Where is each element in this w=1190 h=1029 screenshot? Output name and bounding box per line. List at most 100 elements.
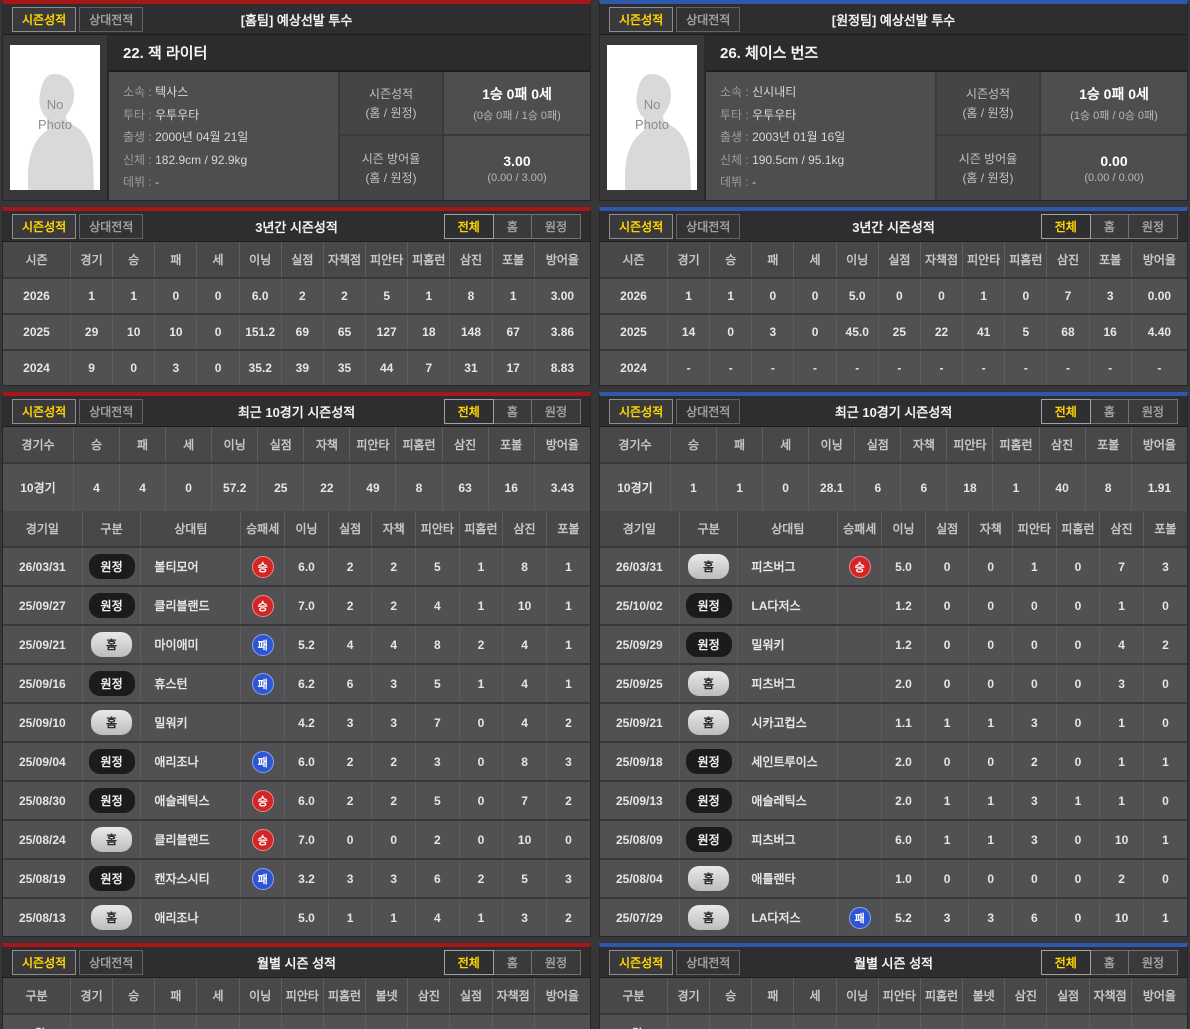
- lose-badge: 패: [251, 867, 274, 890]
- table-cell: 피츠버그: [737, 820, 839, 860]
- column-header: 패: [716, 427, 764, 464]
- table-cell: 0: [925, 742, 970, 782]
- table-cell: [837, 703, 883, 743]
- stat-label-line1: 시즌성적: [965, 87, 1011, 101]
- table-cell: 승: [240, 781, 286, 821]
- table-cell: -: [962, 1014, 1006, 1029]
- table-cell: [837, 664, 883, 704]
- info-value: -: [155, 175, 160, 189]
- table-cell: 5: [415, 781, 460, 821]
- table-row: 25/09/13 원정 애슬레틱스 2.0 1 1 3 1 1 0: [600, 781, 1187, 821]
- filter-home[interactable]: 홈: [492, 398, 532, 424]
- tab-season-stats[interactable]: 시즌성적: [12, 949, 77, 975]
- away-badge: 원정: [685, 632, 732, 657]
- table-cell: 0: [371, 820, 417, 860]
- table-cell: 39: [281, 350, 324, 385]
- monthly-table: 구분경기승패세이닝피안타피홈런볼넷삼진실점자책점방어율4월-----------…: [3, 978, 590, 1029]
- pitcher-comparison: 시즌성적 상대전적 [홈팀] 예상선발 투수 No Photo 22. 잭 라이…: [0, 0, 1190, 1029]
- table-cell: 0: [459, 742, 504, 782]
- tab-head-to-head[interactable]: 상대전적: [676, 949, 741, 975]
- filter-all[interactable]: 전체: [443, 398, 494, 424]
- tab-head-to-head[interactable]: 상대전적: [79, 398, 144, 424]
- filter-all[interactable]: 전체: [443, 213, 494, 239]
- info-row: 데뷔 : -: [123, 171, 338, 194]
- pitcher-panel: 시즌성적 상대전적 [원정팀] 예상선발 투수 No Photo 26. 체이스…: [599, 0, 1188, 1029]
- filter-away[interactable]: 원정: [1127, 949, 1178, 975]
- filter-home[interactable]: 홈: [492, 213, 532, 239]
- filter-all[interactable]: 전체: [1040, 213, 1091, 239]
- table-cell: 63: [442, 463, 489, 511]
- info-row: 출생 : 2000년 04월 21일: [123, 126, 338, 149]
- stat-value-sub: (0승 0패 / 1승 0패): [473, 109, 561, 122]
- table-cell: 5.0: [284, 898, 329, 936]
- filter-away[interactable]: 원정: [530, 949, 581, 975]
- filter-all[interactable]: 전체: [1040, 949, 1091, 975]
- table-cell: 31: [449, 350, 493, 385]
- table-header-row: 경기수 승 패 세 이닝 실점 자책 피안타 피홈런 삼진 포볼 방어율: [600, 427, 1187, 464]
- filter-home[interactable]: 홈: [1089, 398, 1129, 424]
- monthly-section: 시즌성적 상대전적 월별 시즌 성적 전체 홈 원정 구분 경기 승 패 세 이닝 피안타 피…: [2, 943, 591, 1029]
- table-cell: 4월: [3, 1014, 71, 1029]
- table-cell: 1.1: [881, 703, 926, 743]
- table-cell: 3: [371, 664, 417, 704]
- table-cell: 25/09/10: [3, 703, 83, 743]
- table-cell: 4: [502, 703, 547, 743]
- player-photo: No Photo: [3, 35, 109, 200]
- tab-head-to-head[interactable]: 상대전적: [79, 213, 144, 239]
- tab-season-stats[interactable]: 시즌성적: [609, 398, 674, 424]
- tab-season-stats[interactable]: 시즌성적: [609, 949, 674, 975]
- column-header: 구분: [82, 511, 142, 548]
- tab-head-to-head[interactable]: 상대전적: [79, 6, 144, 32]
- tab-season-stats[interactable]: 시즌성적: [609, 6, 674, 32]
- column-header: 피홈런: [1056, 511, 1101, 548]
- stat-value-main: 1승 0패 0세: [482, 85, 552, 102]
- filter-away[interactable]: 원정: [530, 398, 581, 424]
- table-cell: 0: [968, 625, 1014, 665]
- filter-home[interactable]: 홈: [1089, 949, 1129, 975]
- away-badge: 원정: [88, 866, 135, 891]
- column-header: 경기수: [600, 427, 671, 464]
- column-header: 피안타: [878, 978, 921, 1015]
- filter-home[interactable]: 홈: [1089, 213, 1129, 239]
- info-value: 182.9cm / 92.9kg: [155, 152, 248, 167]
- filter-away[interactable]: 원정: [530, 213, 581, 239]
- table-cell: 0: [925, 586, 970, 626]
- tab-head-to-head[interactable]: 상대전적: [676, 213, 741, 239]
- win-badge: 승: [251, 555, 274, 578]
- tab-season-stats[interactable]: 시즌성적: [12, 6, 77, 32]
- home-badge: 홈: [91, 632, 133, 657]
- table-cell: -: [1131, 1014, 1187, 1029]
- table-cell: -: [1004, 1014, 1048, 1029]
- player-photo: No Photo: [600, 35, 706, 200]
- table-cell: 2.0: [881, 742, 926, 782]
- column-header: 이닝: [881, 511, 926, 548]
- info-value: 텍사스: [155, 85, 189, 99]
- column-header: 피홈런: [992, 427, 1040, 464]
- tab-head-to-head[interactable]: 상대전적: [676, 6, 741, 32]
- tab-season-stats[interactable]: 시즌성적: [609, 213, 674, 239]
- table-cell: 밀워키: [140, 703, 242, 743]
- column-header: 포볼: [546, 511, 590, 548]
- column-header: 자책: [371, 511, 417, 548]
- tab-head-to-head[interactable]: 상대전적: [676, 398, 741, 424]
- table-cell: 세인트루이스: [737, 742, 839, 782]
- table-cell: 40: [1039, 463, 1086, 511]
- filter-away[interactable]: 원정: [1127, 213, 1178, 239]
- table-cell: LA다저스: [737, 586, 839, 626]
- info-colon: :: [145, 130, 156, 144]
- column-header: 피홈런: [459, 511, 504, 548]
- filter-all[interactable]: 전체: [443, 949, 494, 975]
- tab-season-stats[interactable]: 시즌성적: [12, 398, 77, 424]
- filter-all[interactable]: 전체: [1040, 398, 1091, 424]
- tab-season-stats[interactable]: 시즌성적: [12, 213, 77, 239]
- column-header: 이닝: [239, 242, 282, 279]
- filter-away[interactable]: 원정: [1127, 398, 1178, 424]
- table-cell: [837, 859, 883, 899]
- table-cell: -: [1089, 350, 1132, 385]
- table-cell: 패: [837, 898, 883, 936]
- column-header: 세: [165, 427, 213, 464]
- tab-group: 시즌성적 상대전적: [609, 213, 741, 239]
- table-cell: 1: [925, 703, 970, 743]
- tab-head-to-head[interactable]: 상대전적: [79, 949, 144, 975]
- filter-home[interactable]: 홈: [492, 949, 532, 975]
